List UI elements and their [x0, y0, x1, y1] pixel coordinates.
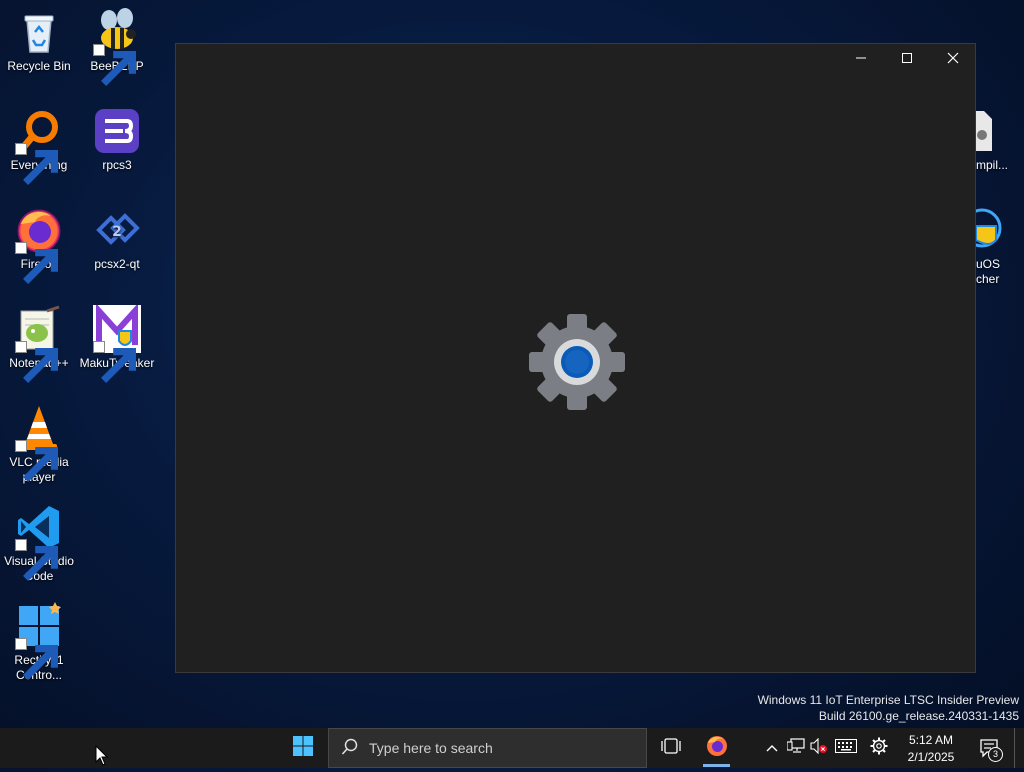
taskbar-firefox-button[interactable]: [697, 728, 737, 768]
firefox-icon: [15, 206, 63, 284]
touch-keyboard-button[interactable]: [833, 728, 859, 768]
build-watermark: Windows 11 IoT Enterprise LTSC Insider P…: [758, 692, 1019, 724]
shortcut-arrow-icon: [15, 539, 58, 581]
chevron-up-icon: [766, 739, 778, 757]
shortcut-arrow-icon: [15, 242, 58, 284]
watermark-edition: Windows 11 IoT Enterprise LTSC Insider P…: [757, 693, 1019, 707]
desktop-icon-pcsx2[interactable]: 2 pcsx2-qt: [78, 206, 156, 272]
taskbar-clock[interactable]: 5:12 AM 2/1/2025: [898, 732, 964, 766]
taskbar: Type here to search 5:12 AM 2/1/2025 3: [0, 728, 1024, 768]
start-button[interactable]: [283, 728, 323, 768]
notepad-plus-plus-icon: [15, 305, 63, 383]
maximize-button[interactable]: [884, 44, 930, 76]
show-desktop-button[interactable]: [1014, 728, 1024, 768]
settings-gear-icon: [527, 312, 627, 412]
desktop-icon-notepad-plus-plus[interactable]: Notepad++: [0, 305, 78, 383]
shortcut-arrow-icon: [93, 44, 136, 86]
globe-shield-icon: [962, 206, 1024, 254]
desktop-icon-recycle-bin[interactable]: Recycle Bin: [0, 8, 78, 74]
desktop-icon-label: pcsx2-qt: [94, 257, 140, 271]
shortcut-arrow-icon: [15, 638, 58, 680]
task-view-icon: [661, 737, 681, 759]
svg-text:2: 2: [112, 224, 122, 240]
desktop-icon-makutweaker[interactable]: MakuTweaker: [78, 305, 156, 383]
volume-muted-icon: [810, 737, 828, 759]
desktop-icon-vlc[interactable]: VLC media player: [0, 404, 78, 485]
clock-time: 5:12 AM: [908, 733, 954, 747]
mouse-cursor-icon: [95, 744, 109, 767]
maximize-icon: [901, 51, 913, 69]
makutweaker-icon: [93, 305, 141, 383]
settings-window[interactable]: [175, 43, 976, 673]
taskbar-search-box[interactable]: Type here to search: [328, 728, 647, 768]
watermark-build: Build 26100.ge_release.240331-1435: [818, 709, 1019, 723]
clock-date: 2/1/2025: [907, 750, 955, 764]
close-icon: [947, 51, 959, 69]
desktop-icon-beebeep[interactable]: BeeBEEP: [78, 8, 156, 86]
shortcut-arrow-icon: [15, 143, 58, 185]
shortcut-arrow-icon: [93, 341, 136, 383]
bee-icon: [93, 8, 141, 86]
shortcut-arrow-icon: [15, 440, 58, 482]
magnifier-icon: [15, 107, 63, 185]
desktop-icon-label: uOS cher: [976, 257, 1001, 286]
windows-logo-icon: [15, 602, 63, 680]
desktop-icon-firefox[interactable]: Firefox: [0, 206, 78, 284]
vlc-cone-icon: [15, 404, 63, 482]
desktop-icon-rpcs3[interactable]: rpcs3: [78, 107, 156, 173]
search-placeholder: Type here to search: [369, 740, 493, 756]
task-view-button[interactable]: [651, 728, 691, 768]
network-button[interactable]: [785, 728, 807, 768]
close-button[interactable]: [930, 44, 976, 76]
desktop-icon-label: Recycle Bin: [7, 59, 71, 73]
volume-button[interactable]: [808, 728, 830, 768]
desktop-icon-label: mpil...: [976, 158, 1009, 172]
firefox-icon: [705, 734, 729, 763]
vscode-icon: [15, 503, 63, 581]
settings-file-icon: [976, 107, 1024, 155]
minimize-button[interactable]: [838, 44, 884, 76]
notification-center-button[interactable]: 3: [974, 728, 1004, 768]
desktop-icon-label: rpcs3: [102, 158, 132, 172]
minimize-icon: [855, 51, 867, 69]
rpcs3-icon: [93, 107, 141, 155]
active-app-indicator: [703, 764, 730, 767]
settings-tray-button[interactable]: [866, 728, 892, 768]
network-icon: [786, 737, 805, 759]
desktop-icon-everything[interactable]: Everything: [0, 107, 78, 185]
notification-count-badge: 3: [988, 747, 1003, 762]
recycle-bin-icon: [15, 8, 63, 56]
search-icon: [329, 738, 369, 759]
desktop-icon-partial-uos[interactable]: uOS cher: [962, 206, 1024, 287]
keyboard-icon: [835, 738, 857, 758]
show-hidden-icons-button[interactable]: [762, 728, 782, 768]
shortcut-arrow-icon: [15, 341, 58, 383]
desktop-icon-vscode[interactable]: Visual Studio Code: [0, 503, 78, 584]
pcsx2-icon: 2: [93, 206, 141, 254]
desktop-icon-partial-mpil[interactable]: mpil...: [976, 107, 1024, 173]
notification-icon: 3: [979, 738, 1003, 762]
gear-icon: [870, 737, 888, 760]
windows-start-icon: [293, 735, 313, 761]
desktop-icon-rectify11[interactable]: Rectify11 Contro...: [0, 602, 78, 683]
